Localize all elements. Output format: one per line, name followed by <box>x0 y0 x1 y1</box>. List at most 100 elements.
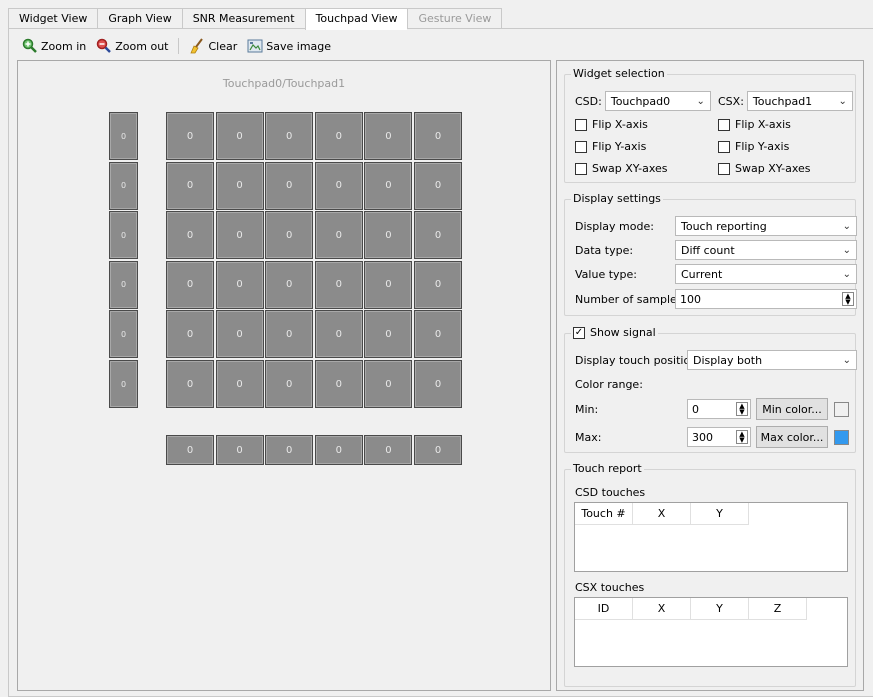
csx-flip-y-label: Flip Y-axis <box>735 140 790 153</box>
spin-arrows-icon[interactable]: ▲ ▼ <box>736 402 748 416</box>
csx-select[interactable]: Touchpad1 ⌄ <box>746 91 853 111</box>
zoom-in-button[interactable]: Zoom in <box>22 38 86 54</box>
chevron-down-icon: ⌄ <box>842 268 851 280</box>
row-sensor-cell: 0 <box>109 211 138 260</box>
checkbox-checked[interactable]: ✓ <box>573 326 585 339</box>
checkbox-box[interactable] <box>575 140 587 153</box>
show-signal-label: Show signal <box>590 326 656 339</box>
tab-widget-view[interactable]: Widget View <box>8 8 98 29</box>
csx-value: Touchpad1 <box>752 94 813 108</box>
csx-swap-xy-checkbox[interactable]: Swap XY-axes <box>718 162 811 175</box>
grid-sensor-cell: 0 <box>414 211 462 260</box>
row-sensor-cell: 0 <box>109 360 138 408</box>
toolbar: Zoom in Zoom out Clear Save image <box>22 36 341 56</box>
value-type-select[interactable]: Current ⌄ <box>675 264 857 284</box>
samples-spinbox[interactable]: 100 ▲ ▼ <box>675 289 857 309</box>
column-sensor-cell: 0 <box>215 435 264 465</box>
samples-value: 100 <box>680 292 701 306</box>
grid-sensor-cell: 0 <box>265 211 314 260</box>
grid-sensor-cell: 0 <box>166 260 214 309</box>
touchpad-canvas[interactable]: Touchpad0/Touchpad1 00000000000000000000… <box>17 60 551 691</box>
display-mode-select[interactable]: Touch reporting ⌄ <box>675 216 857 236</box>
grid-sensor-cell: 0 <box>265 161 314 210</box>
spin-arrows-icon[interactable]: ▲ ▼ <box>842 292 854 306</box>
broom-icon <box>190 38 204 54</box>
max-spinbox[interactable]: 300 ▲ ▼ <box>687 427 751 447</box>
csd-flip-y-checkbox[interactable]: Flip Y-axis <box>575 140 646 153</box>
checkbox-box[interactable] <box>575 162 587 175</box>
checkbox-box[interactable] <box>575 118 587 131</box>
column-sensor-cell: 0 <box>166 435 214 465</box>
column-sensor-cell: 0 <box>414 435 462 465</box>
csx-flip-x-checkbox[interactable]: Flip X-axis <box>718 118 791 131</box>
checkbox-box[interactable] <box>718 140 730 153</box>
row-sensor-cell: 0 <box>109 161 138 210</box>
grid-sensor-cell: 0 <box>364 112 413 160</box>
csd-label: CSD: <box>575 94 602 108</box>
grid-sensor-cell: 0 <box>414 310 462 359</box>
grid-sensor-cell: 0 <box>215 260 264 309</box>
tab-snr-measurement[interactable]: SNR Measurement <box>181 8 305 29</box>
grid-sensor-cell: 0 <box>414 360 462 408</box>
save-image-icon <box>247 39 263 53</box>
grid-sensor-cell: 0 <box>314 260 363 309</box>
display-mode-label: Display mode: <box>575 219 654 233</box>
display-settings-title: Display settings <box>571 192 663 205</box>
save-image-button[interactable]: Save image <box>247 38 331 54</box>
tab-bar: Widget View Graph View SNR Measurement T… <box>8 8 503 30</box>
column-sensor-cell: 0 <box>364 435 413 465</box>
csd-touches-label: CSD touches <box>575 486 646 499</box>
touch-position-select[interactable]: Display both ⌄ <box>687 350 857 370</box>
min-label: Min: <box>575 402 599 416</box>
csx-flip-y-checkbox[interactable]: Flip Y-axis <box>718 140 789 153</box>
csd-select[interactable]: Touchpad0 ⌄ <box>604 91 711 111</box>
touch-report-group: Touch report CSD touches Touch # X Y CSX… <box>564 462 856 687</box>
zoom-out-label: Zoom out <box>115 39 169 53</box>
csx-col-y[interactable]: Y <box>691 598 749 620</box>
csd-col-touch[interactable]: Touch # <box>575 503 633 525</box>
zoom-out-button[interactable]: Zoom out <box>96 38 168 54</box>
grid-sensor-cell: 0 <box>215 161 264 210</box>
csx-col-x[interactable]: X <box>633 598 691 620</box>
checkbox-box[interactable] <box>718 162 730 175</box>
csd-swap-xy-label: Swap XY-axes <box>592 162 668 175</box>
csd-touches-table[interactable]: Touch # X Y <box>574 502 848 572</box>
grid-sensor-cell: 0 <box>265 310 314 359</box>
widget-selection-title: Widget selection <box>571 67 667 80</box>
max-color-swatch <box>834 429 849 445</box>
tab-touchpad-view[interactable]: Touchpad View <box>304 8 408 30</box>
grid-sensor-cell: 0 <box>215 310 264 359</box>
csd-flip-x-checkbox[interactable]: Flip X-axis <box>575 118 648 131</box>
grid-sensor-cell: 0 <box>166 211 214 260</box>
tab-graph-view[interactable]: Graph View <box>97 8 182 29</box>
csd-swap-xy-checkbox[interactable]: Swap XY-axes <box>575 162 668 175</box>
checkbox-box[interactable] <box>718 118 730 131</box>
max-color-button[interactable]: Max color... <box>756 426 828 448</box>
csx-col-id[interactable]: ID <box>575 598 633 620</box>
csd-col-y[interactable]: Y <box>691 503 749 525</box>
max-value: 300 <box>692 430 713 444</box>
min-spinbox[interactable]: 0 ▲ ▼ <box>687 399 751 419</box>
toolbar-separator <box>178 38 180 54</box>
min-color-button[interactable]: Min color... <box>756 398 828 420</box>
grid-sensor-cell: 0 <box>166 310 214 359</box>
zoom-in-label: Zoom in <box>41 39 87 53</box>
grid-sensor-cell: 0 <box>166 112 214 160</box>
csx-swap-xy-label: Swap XY-axes <box>735 162 811 175</box>
csx-touches-table[interactable]: ID X Y Z <box>574 597 848 667</box>
clear-button[interactable]: Clear <box>189 38 237 54</box>
touch-report-title: Touch report <box>571 462 644 475</box>
show-signal-checkbox[interactable]: ✓ Show signal <box>571 326 658 339</box>
data-type-select[interactable]: Diff count ⌄ <box>675 240 857 260</box>
widget-selection-group: Widget selection CSD: Touchpad0 ⌄ CSX: T… <box>564 67 856 183</box>
row-sensor-cell: 0 <box>109 112 138 160</box>
csx-col-z[interactable]: Z <box>749 598 807 620</box>
grid-sensor-cell: 0 <box>314 112 363 160</box>
grid-sensor-cell: 0 <box>364 360 413 408</box>
spin-arrows-icon[interactable]: ▲ ▼ <box>736 430 748 444</box>
zoom-in-icon <box>22 38 37 53</box>
settings-panel: Widget selection CSD: Touchpad0 ⌄ CSX: T… <box>556 60 864 691</box>
csd-col-x[interactable]: X <box>633 503 691 525</box>
grid-sensor-cell: 0 <box>265 360 314 408</box>
column-sensor-cell: 0 <box>314 435 363 465</box>
